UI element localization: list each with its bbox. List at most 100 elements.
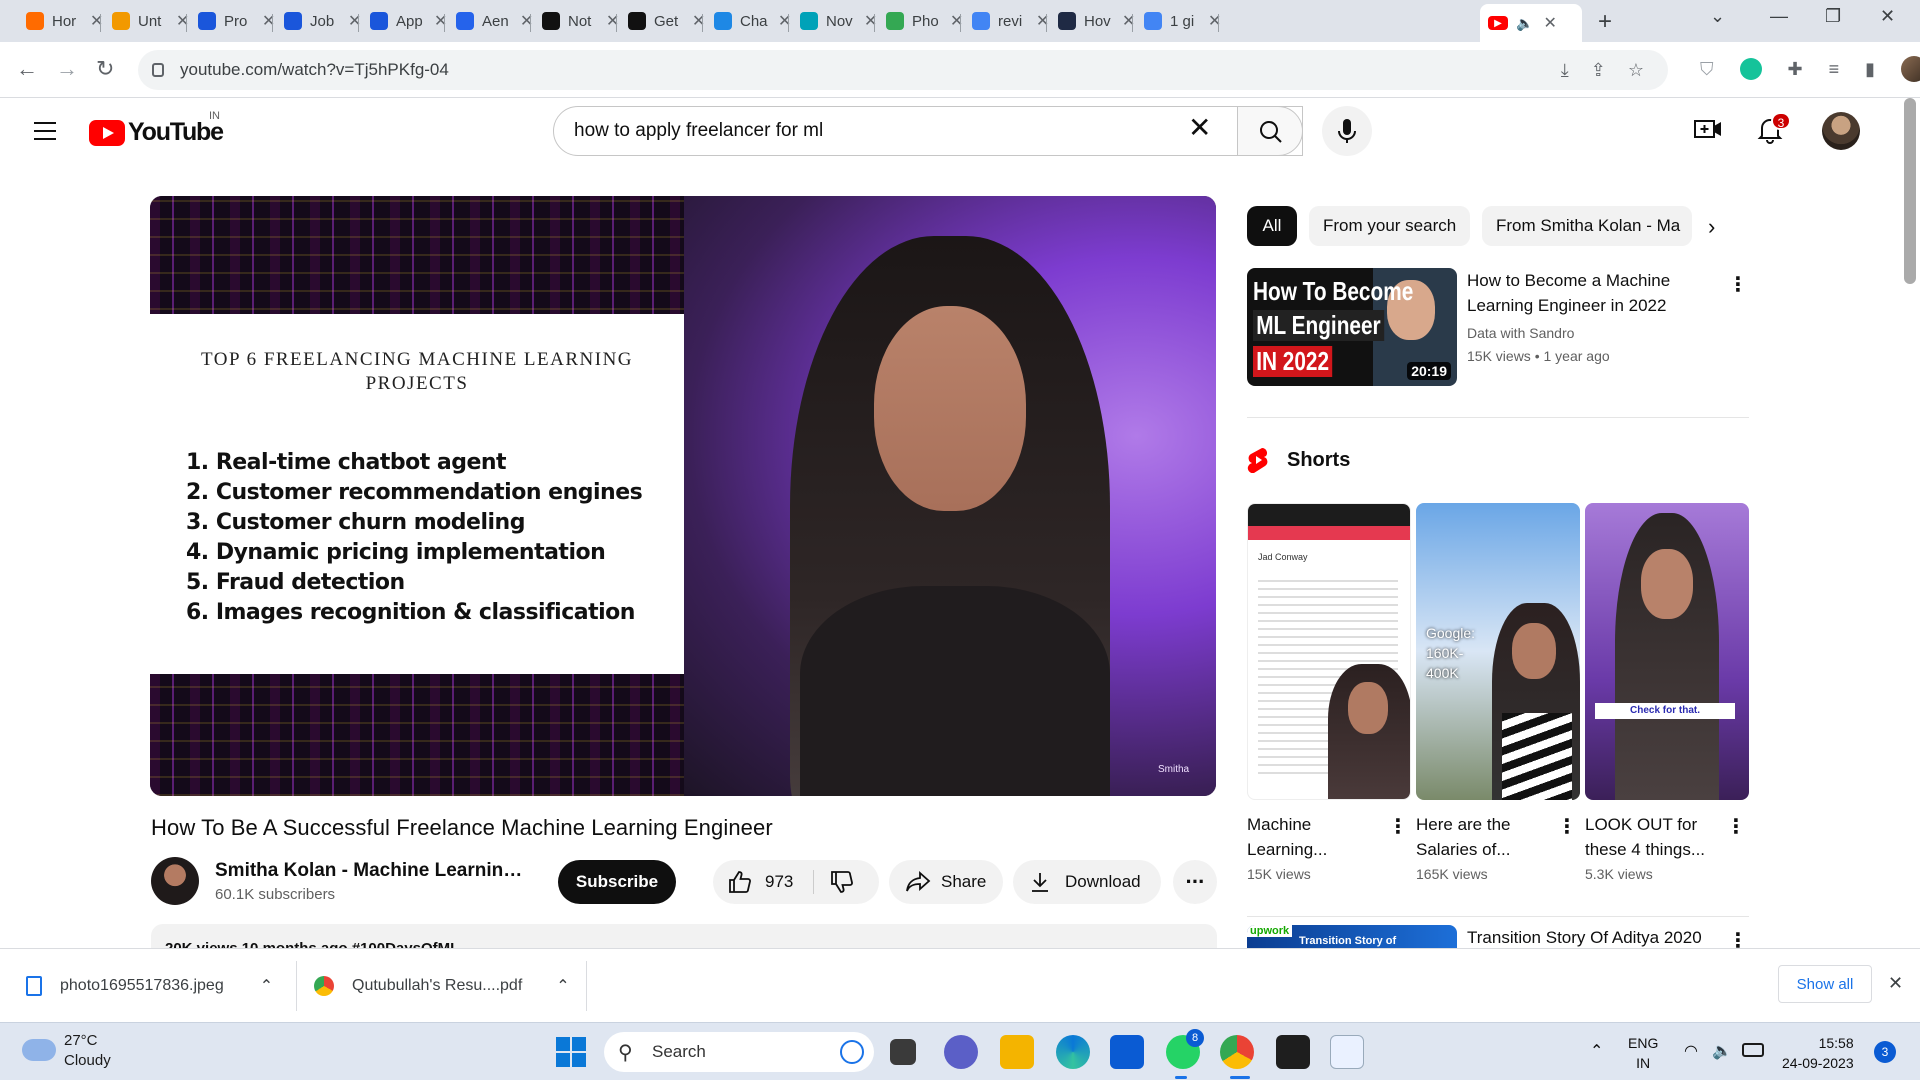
browser-tab[interactable]: Hov ✕ (1050, 6, 1143, 36)
speaker-icon[interactable]: 🔈 (1516, 15, 1533, 32)
extensions-puzzle-icon[interactable]: ✚ (1788, 59, 1803, 80)
next-video-title[interactable]: Transition Story Of Aditya 2020 (1467, 928, 1702, 948)
task-view-icon[interactable] (890, 1039, 916, 1065)
restore-button[interactable]: ❐ (1825, 6, 1841, 27)
browser-tab[interactable]: Aen ✕ (448, 6, 541, 36)
page-scrollbar[interactable] (1904, 98, 1916, 284)
recommended-thumbnail[interactable]: How To Become ML Engineer IN 2022 20:19 (1247, 268, 1457, 386)
bing-icon[interactable] (840, 1040, 864, 1064)
youtube-logo[interactable]: YouTube IN (89, 110, 224, 147)
short-thumbnail-1[interactable]: Jad Conway (1247, 503, 1411, 800)
short-menu-icon-1[interactable]: ⋮ (1388, 814, 1408, 839)
lock-icon[interactable] (152, 63, 164, 77)
notification-center-badge[interactable]: 3 (1874, 1041, 1896, 1063)
close-icon[interactable]: ✕ (950, 11, 963, 31)
share-button[interactable]: Share (889, 860, 1003, 904)
next-video-thumbnail[interactable]: upwork Transition Story of (1247, 925, 1457, 949)
install-icon[interactable]: ⤓ (1561, 60, 1569, 81)
download-button[interactable]: Download (1013, 860, 1161, 904)
download-item-2[interactable]: Qutubullah's Resu....pdf ⌃ (314, 949, 570, 1023)
browser-tab[interactable]: Pro ✕ (190, 6, 283, 36)
short-thumbnail-2[interactable]: Google: 160K-400K (1416, 503, 1580, 800)
chrome-taskbar-icon[interactable] (1220, 1035, 1254, 1069)
close-icon[interactable]: ✕ (1208, 11, 1221, 31)
taskbar-search-input[interactable]: ⚲ Search (604, 1032, 874, 1072)
performance-monitor-icon[interactable] (1330, 1035, 1364, 1069)
close-icon[interactable]: ✕ (864, 11, 877, 31)
browser-tab[interactable]: Get ✕ (620, 6, 713, 36)
download-item-1[interactable]: photo1695517836.jpeg ⌃ (26, 949, 273, 1023)
url-text[interactable]: youtube.com/watch?v=Tj5hPKfg-04 (180, 60, 449, 80)
short-title-2[interactable]: Here are the Salaries of... (1416, 812, 1546, 862)
close-icon[interactable]: ✕ (434, 11, 447, 31)
profile-avatar[interactable] (1901, 56, 1920, 82)
chevron-up-icon[interactable]: ⌃ (260, 976, 273, 996)
back-button[interactable]: ← (16, 56, 38, 82)
chip-all[interactable]: All (1247, 206, 1297, 246)
hamburger-menu-icon[interactable] (34, 122, 56, 146)
create-video-icon[interactable] (1694, 118, 1722, 140)
close-icon[interactable]: ✕ (348, 11, 361, 31)
short-menu-icon-2[interactable]: ⋮ (1557, 814, 1577, 839)
close-icon[interactable]: ✕ (262, 11, 275, 31)
terminal-icon[interactable] (1276, 1035, 1310, 1069)
edge-browser-icon[interactable] (1056, 1035, 1090, 1069)
channel-name[interactable]: Smitha Kolan - Machine Learning Engineer (215, 860, 531, 882)
tab-search-icon[interactable]: ⌄ (1710, 6, 1725, 27)
close-icon[interactable]: ✕ (1036, 11, 1049, 31)
file-explorer-icon[interactable] (1000, 1035, 1034, 1069)
battery-icon[interactable] (1742, 1043, 1764, 1057)
short-thumbnail-3[interactable]: Check for that. (1585, 503, 1749, 800)
recommended-menu-icon[interactable]: ⋮ (1728, 272, 1748, 297)
download-filename-2[interactable]: Qutubullah's Resu....pdf (352, 977, 522, 995)
channel-avatar[interactable] (151, 857, 199, 905)
browser-tab[interactable]: Cha ✕ (706, 6, 799, 36)
minimize-button[interactable]: — (1770, 6, 1788, 27)
close-window-button[interactable]: ✕ (1880, 6, 1895, 27)
forward-button[interactable]: → (56, 56, 78, 82)
windows-start-icon[interactable] (556, 1037, 586, 1067)
language-indicator[interactable]: ENG IN (1628, 1033, 1658, 1073)
close-icon[interactable]: ✕ (778, 11, 791, 31)
side-panel-icon[interactable]: ▮ (1865, 59, 1875, 80)
wifi-icon[interactable]: ◠ (1684, 1041, 1698, 1061)
more-actions-button[interactable]: ··· (1173, 860, 1217, 904)
grammarly-icon[interactable] (1739, 58, 1762, 80)
chevron-up-icon[interactable]: ⌃ (556, 976, 569, 996)
weather-temperature[interactable]: 27°C (64, 1032, 98, 1049)
weather-condition[interactable]: Cloudy (64, 1052, 111, 1069)
close-icon[interactable]: ✕ (1122, 11, 1135, 31)
browser-tab[interactable]: App ✕ (362, 6, 455, 36)
reload-button[interactable]: ↻ (96, 56, 114, 82)
short-title-1[interactable]: Machine Learning... (1247, 812, 1377, 862)
close-icon[interactable]: ✕ (606, 11, 619, 31)
cloud-weather-icon[interactable] (22, 1039, 56, 1061)
browser-tab[interactable]: Hor ✕ (18, 6, 111, 36)
teams-chat-icon[interactable] (944, 1035, 978, 1069)
account-avatar[interactable] (1822, 112, 1860, 150)
shield-extension-icon[interactable]: ⛉ (1700, 59, 1714, 80)
browser-tab[interactable]: Nov ✕ (792, 6, 885, 36)
close-icon[interactable]: ✕ (1543, 13, 1556, 33)
browser-tab[interactable]: 1 gi ✕ (1136, 6, 1229, 36)
video-player[interactable]: TOP 6 FREELANCING MACHINE LEARNING PROJE… (150, 196, 1216, 796)
chip-from-your-search[interactable]: From your search (1309, 206, 1470, 246)
chevron-right-icon[interactable]: › (1708, 214, 1715, 240)
close-shelf-icon[interactable]: ✕ (1888, 973, 1903, 994)
system-clock[interactable]: 15:58 24-09-2023 (1782, 1033, 1854, 1073)
short-menu-icon-3[interactable]: ⋮ (1726, 814, 1746, 839)
browser-tab[interactable]: revi ✕ (964, 6, 1057, 36)
tab-youtube-active[interactable]: ▶ 🔈 ✕ (1480, 4, 1582, 42)
chip-from-channel[interactable]: From Smitha Kolan - Ma (1482, 206, 1692, 246)
recommended-channel[interactable]: Data with Sandro (1467, 325, 1574, 341)
short-title-3[interactable]: LOOK OUT for these 4 things... (1585, 812, 1715, 862)
browser-tab[interactable]: Not ✕ (534, 6, 627, 36)
recommended-title[interactable]: How to Become a Machine Learning Enginee… (1467, 268, 1697, 318)
show-all-downloads-button[interactable]: Show all (1778, 965, 1872, 1003)
search-button[interactable] (1237, 106, 1303, 156)
chevron-up-tray-icon[interactable]: ⌃ (1590, 1041, 1603, 1061)
media-controls-icon[interactable]: ≡ (1829, 59, 1840, 80)
address-bar[interactable]: youtube.com/watch?v=Tj5hPKfg-04 ⤓ ⇪ ☆ (138, 50, 1668, 90)
browser-tab[interactable]: Job ✕ (276, 6, 369, 36)
new-tab-button[interactable]: + (1598, 8, 1612, 36)
